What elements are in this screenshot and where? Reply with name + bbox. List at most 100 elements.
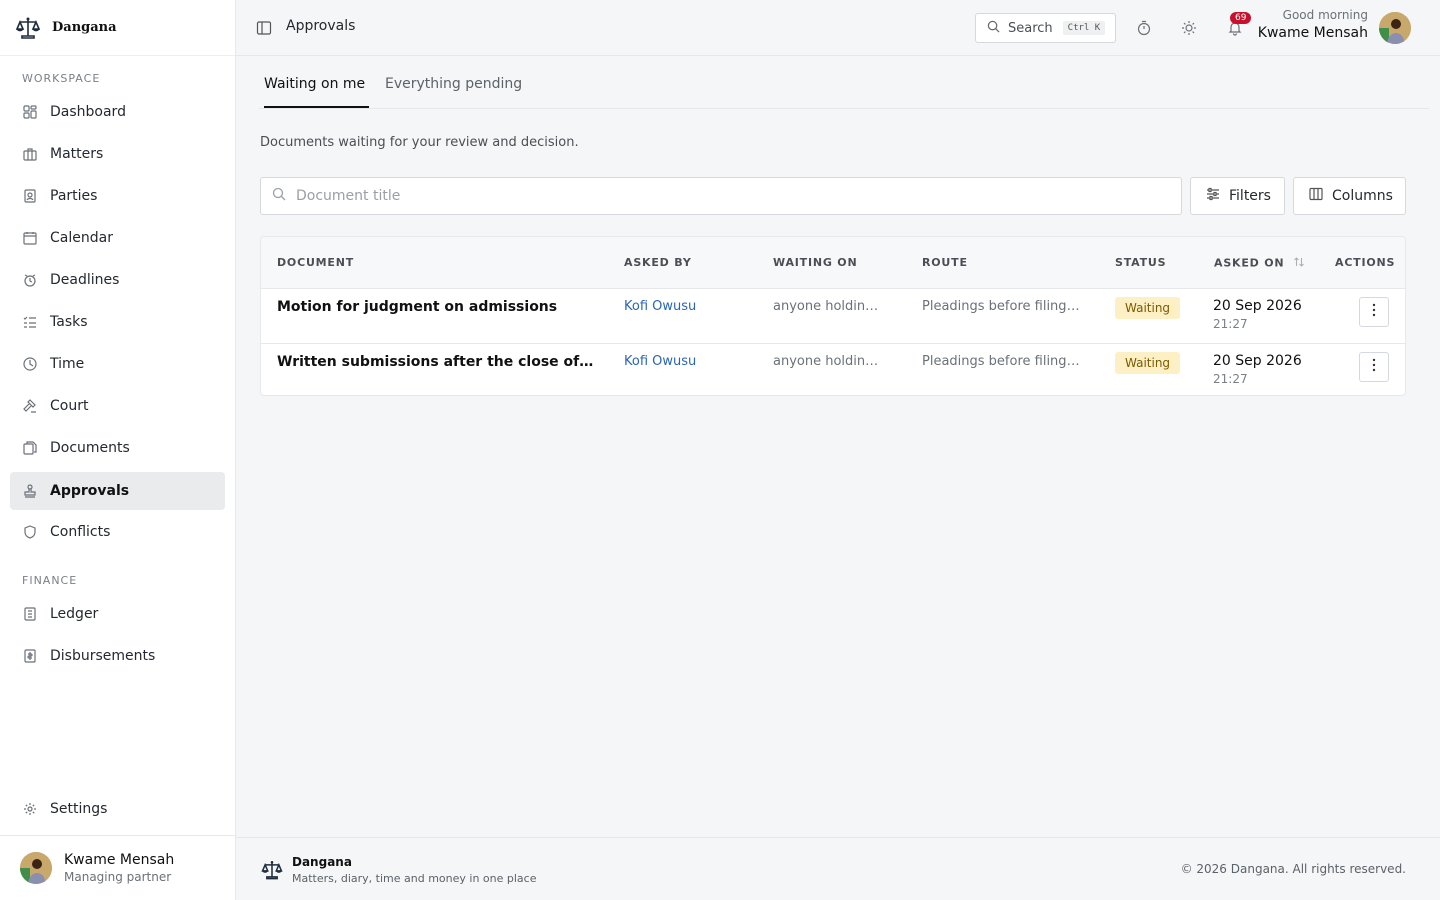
gavel-icon <box>22 398 38 414</box>
sidebar-item-approvals[interactable]: Approvals <box>10 472 225 510</box>
sidebar-item-label: Court <box>50 398 89 414</box>
sidebar-item-settings[interactable]: Settings <box>10 790 225 828</box>
task-list-icon <box>22 314 38 330</box>
clock-icon <box>22 356 38 372</box>
asked-on-time: 21:27 <box>1213 317 1248 331</box>
filters-button[interactable]: Filters <box>1190 177 1285 215</box>
column-header-waiting-on: WAITING ON <box>773 256 858 269</box>
sidebar-item-deadlines[interactable]: Deadlines <box>10 261 225 299</box>
column-header-actions: ACTIONS <box>1335 256 1396 269</box>
header-user-name: Kwame Mensah <box>1257 25 1368 41</box>
status-badge: Waiting <box>1115 297 1181 319</box>
sidebar-item-matters[interactable]: Matters <box>10 135 225 173</box>
sidebar-item-label: Calendar <box>50 230 113 246</box>
asked-on-time: 21:27 <box>1213 372 1248 386</box>
sliders-icon <box>1206 187 1220 205</box>
more-vertical-icon <box>1372 303 1376 321</box>
status-badge: Waiting <box>1115 352 1181 374</box>
route: Pleadings before filing · … <box>922 299 1082 314</box>
sidebar-item-label: Parties <box>50 188 98 204</box>
document-search <box>260 177 1182 215</box>
page-title: Approvals <box>286 18 356 34</box>
sidebar-item-documents[interactable]: Documents <box>10 429 225 467</box>
sidebar-item-label: Dashboard <box>50 104 126 120</box>
brand[interactable]: Dangana <box>0 0 235 56</box>
sidebar-item-conflicts[interactable]: Conflicts <box>10 513 225 551</box>
more-vertical-icon <box>1372 358 1376 376</box>
footer-brand-name: Dangana <box>292 855 352 869</box>
sidebar-item-label: Conflicts <box>50 524 111 540</box>
briefcase-icon <box>22 146 38 162</box>
sidebar-item-disbursements[interactable]: Disbursements <box>10 637 225 675</box>
search-icon <box>987 20 1000 37</box>
document-title[interactable]: Motion for judgment on admissions <box>277 299 597 315</box>
user-name: Kwame Mensah <box>64 852 175 868</box>
contact-card-icon <box>22 188 38 204</box>
row-actions-button[interactable] <box>1359 297 1389 327</box>
filters-label: Filters <box>1229 188 1271 204</box>
sidebar-item-calendar[interactable]: Calendar <box>10 219 225 257</box>
document-title[interactable]: Written submissions after the close of e… <box>277 354 597 370</box>
sidebar-item-label: Settings <box>50 801 108 817</box>
asked-on-date: 20 Sep 2026 <box>1213 298 1302 314</box>
asked-by-link[interactable]: Kofi Owusu <box>624 354 696 369</box>
approval-tabs: Waiting on me Everything pending <box>259 56 1429 109</box>
document-title-input[interactable] <box>296 188 1156 204</box>
table-row[interactable]: Written submissions after the close of e… <box>261 343 1405 397</box>
column-header-asked-on[interactable]: ASKED ON <box>1214 256 1305 271</box>
ledger-icon <box>22 606 38 622</box>
sidebar-item-time[interactable]: Time <box>10 345 225 383</box>
approvals-table: DOCUMENT ASKED BY WAITING ON ROUTE STATU… <box>260 236 1406 396</box>
section-label-finance: FINANCE <box>22 574 78 587</box>
sidebar-toggle-icon[interactable] <box>256 20 272 36</box>
receipt-icon <box>22 648 38 664</box>
header-avatar[interactable] <box>1379 12 1411 44</box>
theme-toggle-icon[interactable] <box>1181 20 1197 36</box>
tab-everything-pending[interactable]: Everything pending <box>385 76 522 106</box>
sidebar-item-label: Deadlines <box>50 272 120 288</box>
column-header-document: DOCUMENT <box>277 256 355 269</box>
search-shortcut: Ctrl K <box>1062 21 1106 35</box>
table-header: DOCUMENT ASKED BY WAITING ON ROUTE STATU… <box>261 237 1405 289</box>
greeting: Good morning Kwame Mensah <box>1258 8 1368 41</box>
waiting-on: anyone holding … <box>773 299 885 314</box>
sort-icon <box>1293 257 1305 271</box>
sidebar-item-parties[interactable]: Parties <box>10 177 225 215</box>
avatar <box>20 852 52 884</box>
asked-by-link[interactable]: Kofi Owusu <box>624 299 696 314</box>
user-role: Managing partner <box>64 870 172 884</box>
sidebar-item-label: Ledger <box>50 606 99 622</box>
table-row[interactable]: Motion for judgment on admissions Kofi O… <box>261 289 1405 343</box>
column-header-asked-by: ASKED BY <box>624 256 692 269</box>
columns-label: Columns <box>1332 188 1393 204</box>
asked-on-date: 20 Sep 2026 <box>1213 353 1302 369</box>
footer-tagline: Matters, diary, time and money in one pl… <box>292 872 537 885</box>
stamp-icon <box>22 483 38 499</box>
documents-icon <box>22 440 38 456</box>
sidebar-item-label: Documents <box>50 440 130 456</box>
waiting-on: anyone holding … <box>773 354 885 369</box>
sidebar-item-label: Matters <box>50 146 104 162</box>
shield-icon <box>22 524 38 540</box>
footer-copyright: © 2026 Dangana. All rights reserved. <box>1180 862 1406 876</box>
scales-logo-icon <box>14 14 42 42</box>
columns-button[interactable]: Columns <box>1293 177 1406 215</box>
search-icon <box>272 187 286 205</box>
tab-waiting-on-me[interactable]: Waiting on me <box>264 76 370 108</box>
sidebar-item-tasks[interactable]: Tasks <box>10 303 225 341</box>
sidebar-item-dashboard[interactable]: Dashboard <box>10 93 225 131</box>
sidebar-item-label: Approvals <box>50 483 130 499</box>
timer-icon[interactable] <box>1136 20 1152 36</box>
row-actions-button[interactable] <box>1359 352 1389 382</box>
sidebar-user[interactable]: Kwame Mensah Managing partner <box>0 835 235 900</box>
route: Pleadings before filing · … <box>922 354 1082 369</box>
greeting-text: Good morning <box>1282 8 1368 22</box>
sidebar-item-court[interactable]: Court <box>10 387 225 425</box>
global-search-button[interactable]: Search Ctrl K <box>975 13 1116 43</box>
scales-logo-icon <box>260 858 284 882</box>
sidebar-item-ledger[interactable]: Ledger <box>10 595 225 633</box>
gear-icon <box>22 801 38 817</box>
section-label-workspace: WORKSPACE <box>22 72 101 85</box>
notification-badge: 69 <box>1230 12 1252 24</box>
alarm-clock-icon <box>22 272 38 288</box>
